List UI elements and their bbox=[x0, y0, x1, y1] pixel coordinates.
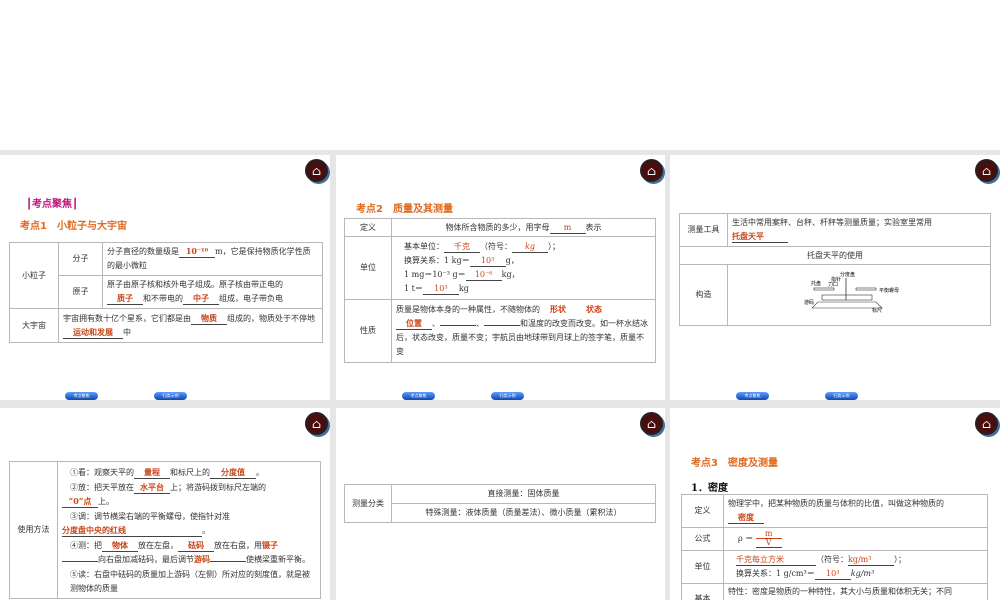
slide-4[interactable]: ⌂ 使用方法 ①看：观察天平的 量程 和标尺上的 分度值。 ②放：把天平放在 水平台 上；… bbox=[0, 408, 330, 600]
basic-cell: 特性：密度是物质的一种特性，其大小与质量和体积无关；不同 bbox=[723, 583, 988, 600]
top-blank-area bbox=[0, 0, 1000, 150]
home-icon[interactable]: ⌂ bbox=[640, 412, 663, 435]
atom-cell: 原子由原子核和核外电子组成。原子核由带正电的质子 和不带电的 中子 组成，电子带负电 bbox=[102, 275, 323, 309]
row-label: 小粒子 bbox=[9, 242, 59, 309]
subheading: 1．密度 bbox=[691, 483, 728, 494]
section-focus-heading: ┃考点聚焦┃ bbox=[26, 199, 79, 210]
home-icon[interactable]: ⌂ bbox=[640, 159, 663, 182]
usage-table: 使用方法 ①看：观察天平的 量程 和标尺上的 分度值。 ②放：把天平放在 水平台 上；将游… bbox=[9, 461, 321, 599]
slide-6[interactable]: ⌂ 考点3 密度及测量 1．密度 定义 物理学中，把某种物质的质量与体积的比值，… bbox=[670, 408, 1000, 600]
row-label: 大宇宙 bbox=[9, 308, 59, 343]
svg-text:标尺: 标尺 bbox=[872, 307, 882, 314]
balance-table: 测量工具 生活中常用案秤、台秤、杆秤等测量质量；实验室里常用 托盘天平 托盘天平的… bbox=[679, 213, 991, 326]
prev-section-button[interactable]: 考点聚焦 bbox=[65, 392, 98, 400]
universe-cell: 宇宙拥有数十亿个星系，它们都是由 物质 组成的，物质处于不停地运动和发展中 bbox=[58, 308, 323, 343]
row-label: 使用方法 bbox=[9, 461, 58, 599]
slide-2[interactable]: ⌂ 考点2 质量及其测量 定义 物体所含物质的多少，用字母 m 表示 单位 基本单位… bbox=[336, 155, 665, 400]
row-label: 定义 bbox=[344, 218, 392, 237]
unit-cell: 基本单位： 千克 （符号： kg）； 换算关系：1 kg＝ 10³ g， 1 mg＝10⁻… bbox=[391, 236, 656, 300]
slide-1[interactable]: ⌂ ┃考点聚焦┃ 考点1 小粒子与大宇宙 小粒子 分子 分子直径的数量级是 10⁻¹… bbox=[0, 155, 330, 400]
mass-table: 定义 物体所含物质的多少，用字母 m 表示 单位 基本单位： 千克 （符号： kg）； 换… bbox=[344, 218, 656, 363]
svg-text:平衡螺母: 平衡螺母 bbox=[879, 287, 899, 294]
home-icon[interactable]: ⌂ bbox=[975, 159, 998, 182]
row-label: 基本 bbox=[681, 583, 724, 600]
row-label: 单位 bbox=[344, 236, 392, 300]
row-label: 构造 bbox=[679, 264, 728, 326]
definition-cell: 物理学中，把某种物质的质量与体积的比值，叫做这种物质的 密度 bbox=[723, 494, 988, 528]
topic-title: 考点3 密度及测量 bbox=[691, 458, 778, 469]
definition-cell: 物体所含物质的多少，用字母 m 表示 bbox=[391, 218, 656, 237]
svg-text:分度盘: 分度盘 bbox=[840, 271, 855, 278]
particles-table: 小粒子 分子 分子直径的数量级是 10⁻¹⁰ m，它是保持物质化学性质的最小微粒 原子… bbox=[9, 242, 323, 343]
row-label: 定义 bbox=[681, 494, 724, 528]
row-label: 分子 bbox=[58, 242, 103, 276]
density-table: 定义 物理学中，把某种物质的质量与体积的比值，叫做这种物质的 密度 公式 ρ ＝ … bbox=[681, 494, 988, 600]
row-label: 测量分类 bbox=[344, 484, 392, 523]
slide-3[interactable]: ⌂ 测量工具 生活中常用案秤、台秤、杆秤等测量质量；实验室里常用 托盘天平 托盘天… bbox=[670, 155, 1000, 400]
svg-text:游码: 游码 bbox=[804, 299, 814, 306]
formula-cell: ρ ＝ mV bbox=[723, 527, 988, 551]
property-cell: 质量是物体本身的一种属性，不随物体的 形状 状态 位置、、和温度的改变而改变。如一杯水… bbox=[391, 299, 656, 363]
row-label: 单位 bbox=[681, 550, 724, 584]
prev-section-button[interactable]: 考点聚焦 bbox=[402, 392, 435, 400]
row-label: 原子 bbox=[58, 275, 103, 309]
row-label: 测量工具 bbox=[679, 213, 728, 247]
slide-5[interactable]: ⌂ 测量分类 直接测量：固体质量 特殊测量：液体质量（质量差法）、微小质量（累积… bbox=[336, 408, 665, 600]
special-measurement: 特殊测量：液体质量（质量差法）、微小质量（累积法） bbox=[391, 503, 656, 523]
svg-text:刀口: 刀口 bbox=[828, 282, 838, 288]
unit-cell: 千克每立方米 （符号：kg/m³）； 换算关系：1 g/cm³＝ 10³ kg/m³ bbox=[723, 550, 988, 584]
prev-section-button[interactable]: 考点聚焦 bbox=[736, 392, 769, 400]
row-label: 性质 bbox=[344, 299, 392, 363]
row-label: 公式 bbox=[681, 527, 724, 551]
usage-cell: ①看：观察天平的 量程 和标尺上的 分度值。 ②放：把天平放在 水平台 上；将游码拨到标尺… bbox=[57, 461, 321, 599]
balance-diagram-cell: 分度盘 指针 托盘 刀口 平衡螺母 游码 标尺 bbox=[727, 264, 991, 326]
svg-text:托盘: 托盘 bbox=[811, 280, 821, 287]
measurement-type-table: 测量分类 直接测量：固体质量 特殊测量：液体质量（质量差法）、微小质量（累积法） bbox=[344, 484, 656, 523]
home-icon[interactable]: ⌂ bbox=[305, 159, 328, 182]
direct-measurement: 直接测量：固体质量 bbox=[391, 484, 656, 504]
next-section-button[interactable]: 归类示例 bbox=[491, 392, 524, 400]
home-icon[interactable]: ⌂ bbox=[305, 412, 328, 435]
next-section-button[interactable]: 归类示例 bbox=[825, 392, 858, 400]
section-row: 托盘天平的使用 bbox=[679, 246, 991, 265]
tool-cell: 生活中常用案秤、台秤、杆秤等测量质量；实验室里常用 托盘天平 bbox=[727, 213, 991, 247]
next-section-button[interactable]: 归类示例 bbox=[154, 392, 187, 400]
topic-title: 考点1 小粒子与大宇宙 bbox=[20, 221, 127, 232]
home-icon[interactable]: ⌂ bbox=[975, 412, 998, 435]
topic-title: 考点2 质量及其测量 bbox=[356, 204, 453, 215]
balance-diagram: 分度盘指针 托盘 刀口 平衡螺母游码 标尺 bbox=[804, 271, 899, 314]
molecule-cell: 分子直径的数量级是 10⁻¹⁰ m，它是保持物质化学性质的最小微粒 bbox=[102, 242, 323, 276]
